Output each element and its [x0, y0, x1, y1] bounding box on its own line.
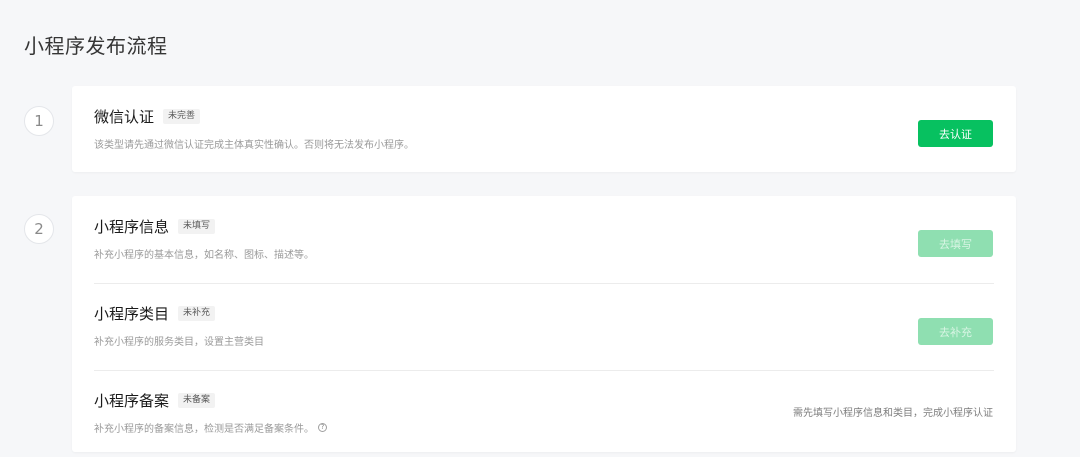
go-verify-button[interactable]: 去认证 [918, 120, 993, 147]
go-fill-button[interactable]: 去填写 [918, 230, 993, 257]
miniprogram-category-row: 小程序类目 未补充 补充小程序的服务类目，设置主营类目 去补充 [72, 283, 1016, 370]
row-description: 补充小程序的备案信息，检测是否满足备案条件。 ? [94, 420, 327, 435]
row-title-text: 小程序信息 [94, 218, 170, 236]
step-1-card: 微信认证 未完善 该类型请先通过微信认证完成主体真实性确认。否则将无法发布小程序… [72, 86, 1016, 172]
miniprogram-filing-title: 小程序备案 未备案 [94, 390, 216, 411]
row-title-text: 微信认证 [94, 108, 155, 126]
step-number-1: 1 [24, 106, 54, 136]
publish-flow-page: 小程序发布流程 1 微信认证 未完善 该类型请先通过微信认证完成主体真实性确认。… [0, 0, 1080, 457]
row-description: 补充小程序的服务类目，设置主营类目 [94, 337, 264, 348]
miniprogram-filing-row: 小程序备案 未备案 补充小程序的备案信息，检测是否满足备案条件。 ? 需先填写小… [72, 370, 1016, 457]
row-description: 补充小程序的基本信息，如名称、图标、描述等。 [94, 250, 314, 261]
filing-prerequisite-hint: 需先填写小程序信息和类目，完成小程序认证 [793, 408, 993, 419]
go-supplement-button[interactable]: 去补充 [918, 318, 993, 345]
miniprogram-category-title: 小程序类目 未补充 [94, 303, 216, 324]
step-number-2: 2 [24, 214, 54, 244]
status-badge: 未备案 [178, 393, 216, 408]
status-badge: 未完善 [163, 109, 201, 124]
page-title: 小程序发布流程 [24, 34, 168, 58]
row-description: 该类型请先通过微信认证完成主体真实性确认。否则将无法发布小程序。 [94, 140, 414, 151]
status-badge: 未填写 [178, 219, 216, 234]
row-title-text: 小程序类目 [94, 305, 170, 323]
row-description-text: 补充小程序的备案信息，检测是否满足备案条件。 [94, 424, 314, 435]
wechat-verification-row: 微信认证 未完善 该类型请先通过微信认证完成主体真实性确认。否则将无法发布小程序… [72, 86, 1016, 173]
status-badge: 未补充 [178, 306, 216, 321]
wechat-verification-title: 微信认证 未完善 [94, 106, 201, 127]
miniprogram-info-title: 小程序信息 未填写 [94, 216, 216, 237]
question-circle-icon[interactable]: ? [318, 423, 327, 432]
step-2-card: 小程序信息 未填写 补充小程序的基本信息，如名称、图标、描述等。 去填写 小程序… [72, 196, 1016, 452]
miniprogram-info-row: 小程序信息 未填写 补充小程序的基本信息，如名称、图标、描述等。 去填写 [72, 196, 1016, 283]
row-title-text: 小程序备案 [94, 392, 170, 410]
